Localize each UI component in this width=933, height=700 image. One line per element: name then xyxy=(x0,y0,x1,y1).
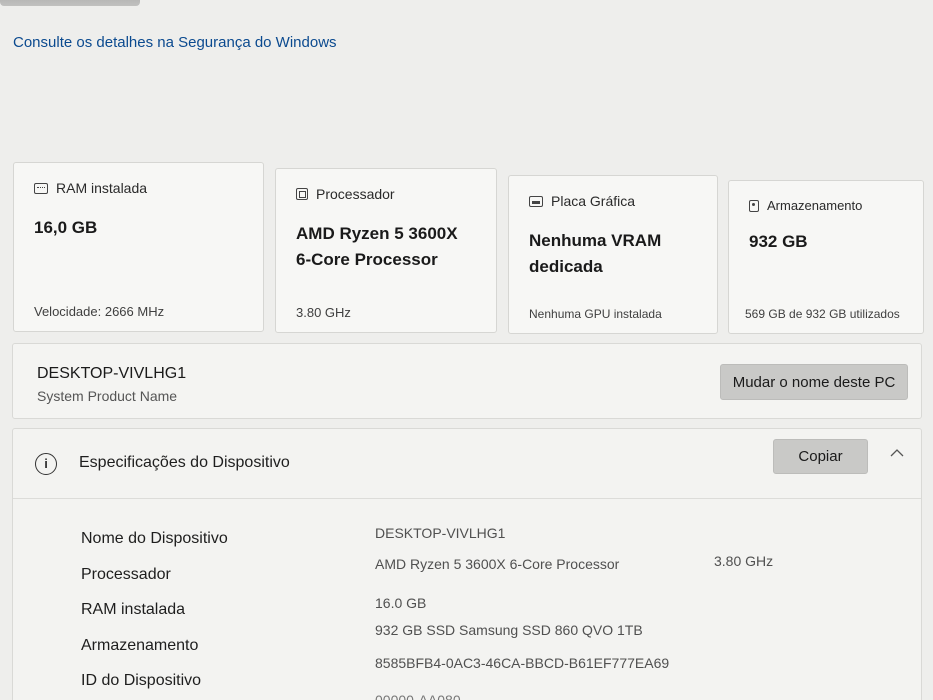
ram-card-value: 16,0 GB xyxy=(34,218,98,237)
spec-label-ram: RAM instalada xyxy=(81,601,186,618)
processor-card: Processador AMD Ryzen 5 3600X 6-Core Pro… xyxy=(275,168,497,333)
device-specifications-section: i Especificações do Dispositivo Copiar N… xyxy=(12,428,922,700)
spec-value-processor-speed: 3.80 GHz xyxy=(714,553,774,569)
graphics-card-gpu-status: Nenhuma GPU instalada xyxy=(529,307,662,321)
spec-value-ram: 16.0 GB xyxy=(375,595,427,611)
pc-product-name: System Product Name xyxy=(37,388,178,404)
spec-label-device-name: Nome do Dispositivo xyxy=(81,530,228,547)
processor-icon xyxy=(296,188,308,200)
processor-card-value-line1: AMD Ryzen 5 3600X xyxy=(296,224,458,243)
spec-value-processor: AMD Ryzen 5 3600X 6-Core Processor xyxy=(375,556,620,572)
processor-card-title: Processador xyxy=(316,186,395,202)
graphics-card-value-line1: Nenhuma VRAM xyxy=(529,231,662,250)
spec-value-storage: 932 GB SSD Samsung SSD 860 QVO 1TB xyxy=(375,622,643,638)
spec-label-device-id: ID do Dispositivo xyxy=(81,672,202,689)
storage-card: Armazenamento 932 GB 569 GB de 932 GB ut… xyxy=(728,180,924,334)
storage-card-usage: 569 GB de 932 GB utilizados xyxy=(745,307,900,321)
ram-icon xyxy=(34,182,48,194)
ram-card-speed: Velocidade: 2666 MHz xyxy=(34,304,165,319)
spec-value-device-id: 8585BFB4-0AC3-46CA-BBCD-B61EF777EA69 xyxy=(375,655,670,671)
storage-icon xyxy=(749,199,759,212)
graphics-card-value-line2: dedicada xyxy=(529,257,603,276)
page-title-cut-off xyxy=(0,0,140,6)
copy-button[interactable]: Copiar xyxy=(773,439,868,474)
processor-card-speed: 3.80 GHz xyxy=(296,305,351,320)
pc-name-section: DESKTOP-VIVLHG1 System Product Name Muda… xyxy=(12,343,922,419)
graphics-card-title: Placa Gráfica xyxy=(551,193,636,209)
graphics-card: Placa Gráfica Nenhuma VRAM dedicada Nenh… xyxy=(508,175,718,334)
processor-card-value-line2: 6-Core Processor xyxy=(296,250,438,269)
storage-card-value: 932 GB xyxy=(749,232,808,251)
graphics-card-icon xyxy=(529,195,543,207)
device-specifications-header[interactable]: i Especificações do Dispositivo Copiar xyxy=(13,429,921,499)
info-icon: i xyxy=(35,453,57,475)
spec-value-device-name: DESKTOP-VIVLHG1 xyxy=(375,525,506,541)
chevron-up-icon[interactable] xyxy=(889,445,905,461)
ram-card-title: RAM instalada xyxy=(56,180,148,196)
ram-card: RAM instalada 16,0 GB Velocidade: 2666 M… xyxy=(13,162,264,332)
device-specifications-title: Especificações do Dispositivo xyxy=(79,454,290,471)
storage-card-title: Armazenamento xyxy=(767,198,863,213)
spec-label-storage: Armazenamento xyxy=(81,637,199,654)
rename-pc-button[interactable]: Mudar o nome deste PC xyxy=(720,364,908,400)
pc-name: DESKTOP-VIVLHG1 xyxy=(37,365,187,382)
windows-security-link[interactable]: Consulte os detalhes na Segurança do Win… xyxy=(13,34,337,51)
spec-value-product-id-cut-off: 00000-AA080 xyxy=(375,692,461,700)
spec-label-processor: Processador xyxy=(81,566,171,583)
